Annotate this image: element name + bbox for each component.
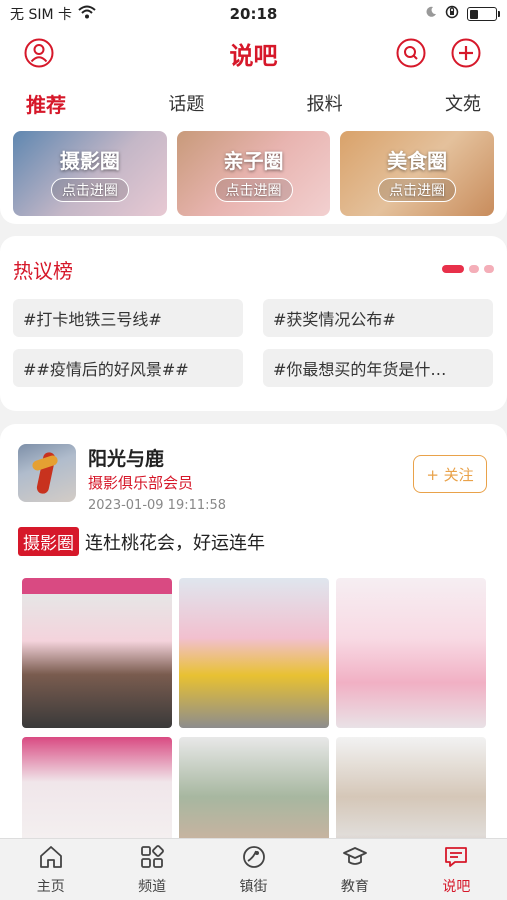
- chat-icon: [443, 844, 469, 874]
- circle-tag[interactable]: 摄影圈: [18, 527, 79, 556]
- town-icon: [241, 844, 267, 874]
- page-dot: [484, 265, 494, 273]
- carrier-label: 无 SIM 卡: [10, 7, 72, 23]
- tabbar-item-education[interactable]: 教育: [304, 839, 405, 900]
- hot-topic-item[interactable]: #获奖情况公布#: [263, 299, 493, 337]
- battery-icon: [467, 7, 500, 21]
- status-time: 20:18: [229, 5, 278, 23]
- tab-reports[interactable]: 报料: [291, 90, 359, 116]
- tabbar-item-home[interactable]: 主页: [0, 839, 101, 900]
- author-badge: 摄影俱乐部会员: [88, 474, 194, 492]
- add-icon[interactable]: [451, 38, 481, 68]
- circle-name: 摄影圈: [59, 149, 120, 173]
- bottom-tab-bar: 主页 频道 镇街 教育 说吧: [0, 838, 507, 900]
- avatar[interactable]: [18, 444, 76, 502]
- enter-circle-button[interactable]: 点击进圈: [214, 178, 293, 202]
- enter-circle-button[interactable]: 点击进圈: [378, 178, 457, 202]
- tabbar-item-channels[interactable]: 频道: [101, 839, 202, 900]
- battery-level: [469, 9, 479, 19]
- post-photo[interactable]: [22, 737, 172, 844]
- circle-card-photography[interactable]: 摄影圈 点击进圈: [13, 131, 167, 216]
- post-card: 阳光与鹿 摄影俱乐部会员 2023-01-09 19:11:58 + 关注 摄影…: [0, 424, 507, 844]
- hot-topic-item[interactable]: #你最想买的年货是什…: [263, 349, 493, 387]
- page-title: 说吧: [229, 41, 278, 70]
- header: 说吧: [0, 28, 507, 78]
- post-photo[interactable]: [179, 737, 329, 844]
- post-timestamp: 2023-01-09 19:11:58: [88, 498, 227, 513]
- post-photo[interactable]: [179, 578, 329, 728]
- follow-button[interactable]: + 关注: [413, 455, 487, 493]
- channels-icon: [139, 844, 165, 874]
- wifi-icon: [78, 5, 96, 23]
- moon-icon: [425, 6, 437, 22]
- orientation-lock-icon: [445, 5, 459, 23]
- hot-topic-item[interactable]: #打卡地铁三号线#: [13, 299, 243, 337]
- hot-topic-item[interactable]: ##疫情后的好风景##: [13, 349, 243, 387]
- tab-bar: 推荐 话题 报料 文苑: [0, 78, 507, 128]
- circle-name: 亲子圈: [223, 149, 284, 173]
- tabbar-label: 频道: [138, 878, 167, 895]
- tabbar-label: 说吧: [442, 878, 471, 895]
- top-section: 说吧 推荐 话题 报料 文苑 摄影圈 点击进圈 亲子圈 点击进圈 美食圈 点击进…: [0, 28, 507, 224]
- author-name[interactable]: 阳光与鹿: [88, 444, 226, 470]
- status-bar: 无 SIM 卡 20:18: [0, 0, 507, 28]
- circle-name: 美食圈: [387, 149, 448, 173]
- tabbar-label: 主页: [36, 878, 65, 895]
- tabbar-label: 镇街: [239, 878, 268, 895]
- post-photo[interactable]: [336, 578, 486, 728]
- page-dot-active: [442, 265, 464, 273]
- circle-card-parenting[interactable]: 亲子圈 点击进圈: [176, 131, 331, 216]
- user-icon[interactable]: [24, 38, 54, 68]
- tabbar-item-shuoba[interactable]: 说吧: [406, 839, 507, 900]
- education-icon: [342, 844, 368, 874]
- enter-circle-button[interactable]: 点击进圈: [50, 178, 129, 202]
- tabbar-item-town[interactable]: 镇街: [203, 839, 304, 900]
- post-photo[interactable]: [22, 578, 172, 728]
- tab-topics[interactable]: 话题: [152, 90, 220, 116]
- search-icon[interactable]: [396, 38, 426, 68]
- hot-topic-grid: #打卡地铁三号线# #获奖情况公布# ##疫情后的好风景## #你最想买的年货是…: [13, 299, 494, 387]
- tab-literature[interactable]: 文苑: [429, 90, 497, 116]
- photo-grid: [22, 578, 489, 844]
- circle-list: 摄影圈 点击进圈 亲子圈 点击进圈 美食圈 点击进圈: [0, 131, 507, 216]
- post-content: 连杜桃花会，好运连年: [85, 532, 265, 554]
- home-icon: [38, 844, 64, 874]
- hot-list-title: 热议榜: [13, 258, 73, 283]
- circle-card-food[interactable]: 美食圈 点击进圈: [340, 131, 495, 216]
- page-indicator: [442, 265, 494, 273]
- post-photo[interactable]: [336, 737, 486, 844]
- page-dot: [469, 265, 479, 273]
- tab-recommend[interactable]: 推荐: [10, 89, 82, 118]
- hot-list-section: 热议榜 #打卡地铁三号线# #获奖情况公布# ##疫情后的好风景## #你最想买…: [0, 236, 507, 411]
- tabbar-label: 教育: [340, 878, 369, 895]
